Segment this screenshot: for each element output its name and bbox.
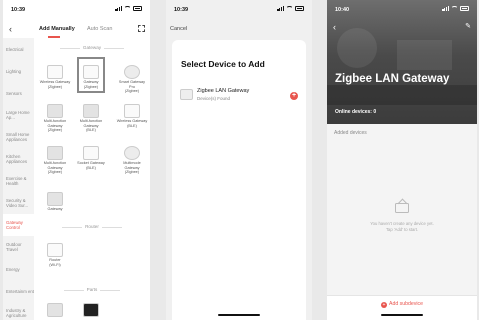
status-icons bbox=[442, 6, 469, 11]
device-gateway[interactable]: Gateway bbox=[37, 192, 73, 212]
plus-icon[interactable]: + bbox=[290, 92, 298, 100]
gateway-detail-screen: 10:40 ‹ ✎ Zigbee LAN Gateway Online devi… bbox=[327, 0, 477, 320]
sidebar-item-entertainment[interactable]: Entertainm ent bbox=[3, 280, 34, 302]
signal-icon bbox=[115, 6, 122, 11]
gateway-icon bbox=[180, 89, 193, 100]
found-device-status: Device(s) Found bbox=[197, 96, 231, 101]
device-wireless-gateway-ble[interactable]: Wireless Gateway (BLE) bbox=[114, 104, 150, 128]
status-icons bbox=[115, 6, 142, 11]
room-image bbox=[327, 85, 477, 105]
room-image bbox=[397, 40, 452, 70]
add-device-screen: 10:39 ‹ Add Manually Auto Scan Electrica… bbox=[3, 0, 150, 320]
router-icon bbox=[47, 243, 63, 257]
chevron-left-icon[interactable]: ‹ bbox=[9, 24, 12, 34]
battery-icon bbox=[295, 6, 304, 11]
tab-add-manually[interactable]: Add Manually bbox=[39, 26, 75, 32]
socket-icon bbox=[83, 146, 99, 160]
added-devices-heading: Added devices bbox=[334, 130, 367, 136]
sidebar-item-electrical[interactable]: Electrical bbox=[3, 38, 34, 60]
wifi-icon bbox=[286, 6, 293, 11]
device-multifunction-gateway-zigbee[interactable]: Multi-function Gateway (Zigbee) bbox=[37, 104, 73, 133]
scan-icon[interactable] bbox=[138, 25, 145, 32]
cancel-button[interactable]: Cancel bbox=[170, 26, 187, 32]
sidebar-item-industry[interactable]: Industry & Agriculture bbox=[3, 302, 34, 320]
gateway-icon bbox=[47, 65, 63, 79]
gateway-icon bbox=[124, 65, 140, 79]
device-smart-gateway-pro[interactable]: Smart Gateway Pro (Zigbee) bbox=[114, 65, 150, 94]
sheet-title: Select Device to Add bbox=[181, 59, 265, 69]
chevron-left-icon[interactable]: ‹ bbox=[333, 22, 336, 32]
device-router[interactable]: Router (Wi-Fi) bbox=[37, 243, 73, 267]
home-indicator bbox=[218, 314, 260, 316]
section-title-router: Router bbox=[34, 224, 150, 229]
home-indicator bbox=[381, 314, 423, 316]
device-socket-gateway-ble[interactable]: Socket Gateway (BLE) bbox=[73, 146, 109, 170]
status-time: 10:39 bbox=[11, 7, 26, 13]
gateway-icon bbox=[124, 146, 140, 160]
battery-icon bbox=[460, 6, 469, 11]
gateway-icon bbox=[47, 192, 63, 206]
selected-device-highlight bbox=[77, 57, 105, 93]
device-catalog: Gateway Wireless Gateway (Zigbee) Gatewa… bbox=[34, 38, 150, 320]
status-time: 10:40 bbox=[335, 7, 350, 13]
signal-icon bbox=[442, 6, 449, 11]
online-devices: Online devices: 0 bbox=[335, 109, 376, 115]
device-wireless-gateway-zigbee[interactable]: Wireless Gateway (Zigbee) bbox=[37, 65, 73, 89]
plus-icon: + bbox=[380, 302, 387, 308]
sidebar-item-gateway[interactable]: Gateway Control bbox=[3, 214, 34, 236]
sidebar-item-small-home[interactable]: Small Home Appliances bbox=[3, 126, 34, 148]
select-device-screen: 10:39 Cancel Select Device to Add Zigbee… bbox=[166, 0, 312, 320]
gateway-title: Zigbee LAN Gateway bbox=[335, 73, 450, 85]
sidebar-item-security[interactable]: Security & Video Sur... bbox=[3, 192, 34, 214]
found-device-name[interactable]: Zigbee LAN Gateway bbox=[197, 88, 249, 94]
category-sidebar: Electrical Lighting Sensors Large Home A… bbox=[3, 38, 34, 320]
wifi-icon bbox=[451, 6, 458, 11]
device-part[interactable] bbox=[73, 303, 109, 318]
sidebar-item-large-home[interactable]: Large Home Ap... bbox=[3, 104, 34, 126]
status-bar: 10:40 bbox=[327, 0, 477, 16]
status-bar: 10:39 bbox=[3, 0, 150, 16]
signal-icon bbox=[277, 6, 284, 11]
device-part[interactable] bbox=[37, 303, 73, 318]
gateway-icon bbox=[47, 146, 63, 160]
section-title-parts: Parts bbox=[34, 287, 150, 292]
part-icon bbox=[83, 303, 99, 317]
online-devices-label: Online devices: bbox=[335, 109, 372, 115]
device-multifunction-gateway-ble[interactable]: Multi-function Gateway (BLE) bbox=[73, 104, 109, 133]
status-bar: 10:39 bbox=[166, 0, 312, 16]
add-subdevice-button[interactable]: + Add subdevice bbox=[327, 301, 477, 308]
sidebar-item-kitchen[interactable]: Kitchen Appliances bbox=[3, 148, 34, 170]
sidebar-item-sensors[interactable]: Sensors bbox=[3, 82, 34, 104]
top-nav: ‹ Add Manually Auto Scan bbox=[3, 22, 150, 38]
empty-box-icon bbox=[395, 203, 409, 213]
online-devices-count: 0 bbox=[373, 109, 377, 115]
device-multifunction-gateway-zigbee-2[interactable]: Multi-function Gateway (Zigbee) bbox=[37, 146, 73, 175]
tab-auto-scan[interactable]: Auto Scan bbox=[87, 26, 112, 32]
room-image bbox=[337, 28, 377, 68]
gateway-icon bbox=[83, 104, 99, 118]
sidebar-item-exercise[interactable]: Exercise & Health bbox=[3, 170, 34, 192]
part-icon bbox=[47, 303, 63, 317]
gateway-icon bbox=[124, 104, 140, 118]
device-multimode-gateway[interactable]: Multimode Gateway (Zigbee) bbox=[114, 146, 150, 175]
select-device-sheet: Select Device to Add Zigbee LAN Gateway … bbox=[172, 40, 306, 320]
status-icons bbox=[277, 6, 304, 11]
bottom-action-bar: + Add subdevice bbox=[327, 295, 477, 320]
section-title-gateway: Gateway bbox=[34, 45, 150, 50]
gateway-icon bbox=[47, 104, 63, 118]
gateway-hero: 10:40 ‹ ✎ Zigbee LAN Gateway Online devi… bbox=[327, 0, 477, 124]
edit-icon[interactable]: ✎ bbox=[465, 22, 471, 30]
sidebar-item-outdoor[interactable]: Outdoor Travel bbox=[3, 236, 34, 258]
wifi-icon bbox=[124, 6, 131, 11]
status-time: 10:39 bbox=[174, 7, 189, 13]
sidebar-item-energy[interactable]: Energy bbox=[3, 258, 34, 280]
sidebar-item-lighting[interactable]: Lighting bbox=[3, 60, 34, 82]
empty-state-text: You haven't create any device yet. Tap '… bbox=[370, 221, 434, 232]
battery-icon bbox=[133, 6, 142, 11]
